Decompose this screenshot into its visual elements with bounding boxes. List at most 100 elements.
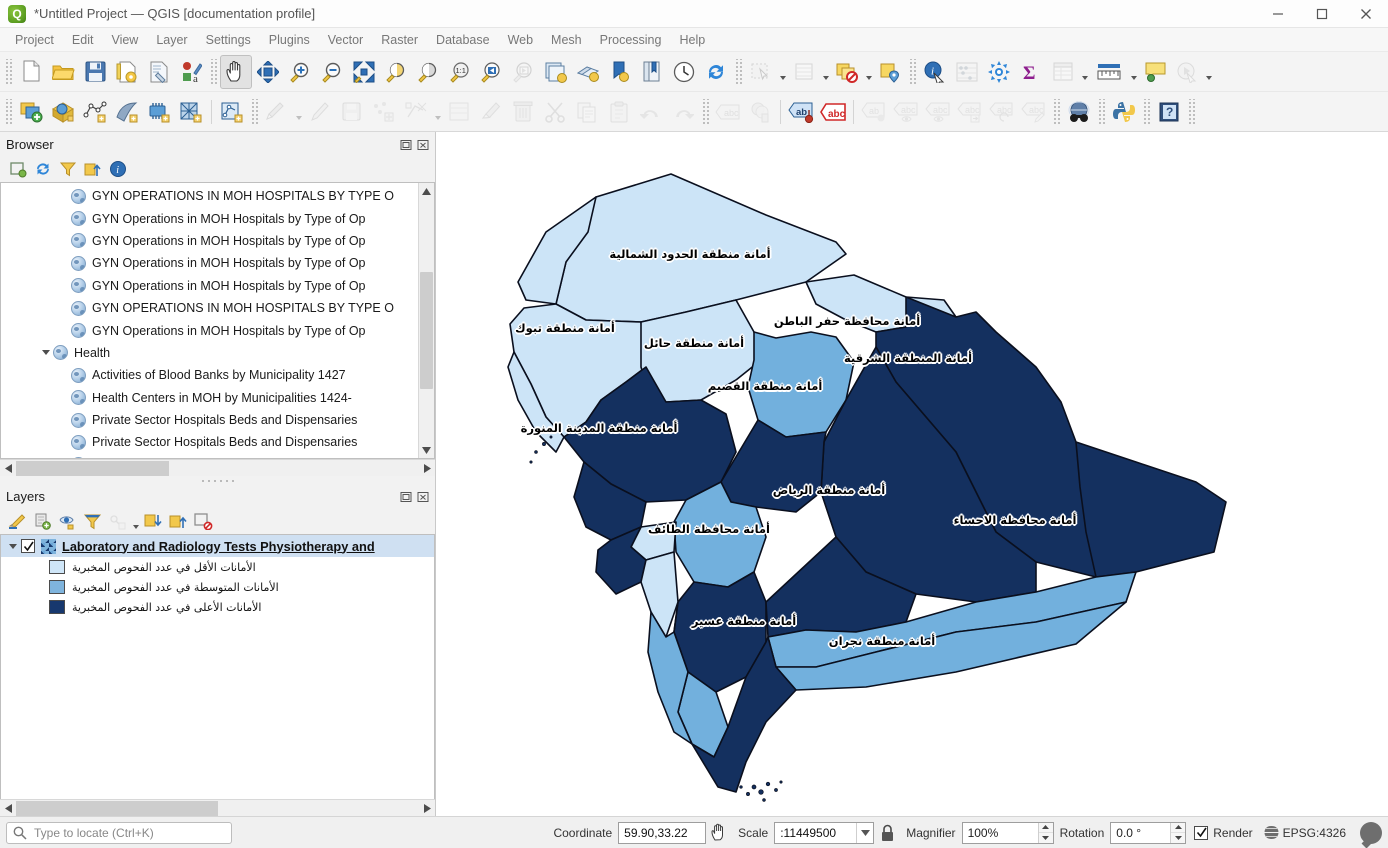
browser-tree-item[interactable]: Private Sector Hospitals Beds and Dispen…: [1, 409, 418, 431]
manage-visibility-icon[interactable]: [55, 509, 80, 533]
add-group-icon[interactable]: [30, 509, 55, 533]
browser-horizontal-scrollbar[interactable]: [0, 459, 435, 476]
pan-map-icon[interactable]: [220, 55, 252, 89]
scroll-thumb[interactable]: [420, 272, 433, 389]
menu-processing[interactable]: Processing: [591, 31, 671, 49]
new-project-icon[interactable]: [15, 55, 47, 89]
modify-attributes-icon[interactable]: [443, 95, 475, 129]
zoom-in-icon[interactable]: [284, 55, 316, 89]
toggle-mouse-coordinate-icon[interactable]: [706, 823, 732, 842]
toolbar-grip-8[interactable]: [1052, 99, 1061, 125]
legend-row[interactable]: الأمانات الأعلى في عدد الفحوص المخبرية: [1, 597, 434, 617]
scroll-up-arrow[interactable]: [419, 183, 434, 199]
browser-tree-item[interactable]: GYN Operations in MOH Hospitals by Type …: [1, 207, 418, 229]
magnifier-spinbox[interactable]: 100%: [962, 822, 1054, 844]
show-attribute-table-icon[interactable]: [1047, 55, 1079, 89]
zoom-out-icon[interactable]: [316, 55, 348, 89]
browser-tree-item[interactable]: Activities of Blood Banks by Municipalit…: [1, 364, 418, 386]
layer-expander[interactable]: [5, 544, 21, 549]
deselect-dropdown[interactable]: [863, 55, 874, 89]
refresh-icon[interactable]: [700, 55, 732, 89]
locate-bar[interactable]: Type to locate (Ctrl+K): [6, 822, 232, 844]
attribute-table-dropdown[interactable]: [820, 55, 831, 89]
collapse-all-icon[interactable]: [80, 157, 105, 181]
menu-project[interactable]: Project: [6, 31, 63, 49]
map-canvas[interactable]: أمانة منطقة الحدود الشماليةأمانة منطقة ت…: [436, 132, 1388, 816]
browser-tree-item[interactable]: GYN Operations in MOH Hospitals by Type …: [1, 319, 418, 341]
menu-mesh[interactable]: Mesh: [542, 31, 591, 49]
vertex-tool-dropdown[interactable]: [432, 95, 443, 129]
toolbar-grip-10[interactable]: [1142, 99, 1151, 125]
save-layer-edits-icon[interactable]: [336, 95, 368, 129]
menu-layer[interactable]: Layer: [147, 31, 196, 49]
browser-tree-item[interactable]: GYN OPERATIONS IN MOH HOSPITALS BY TYPE …: [1, 297, 418, 319]
rotation-spinbox[interactable]: 0.0 °: [1110, 822, 1186, 844]
delete-selected-icon[interactable]: [507, 95, 539, 129]
menu-web[interactable]: Web: [499, 31, 542, 49]
pin-labels-icon[interactable]: ab: [785, 95, 817, 129]
lock-icon[interactable]: [874, 824, 900, 842]
deselect-features-icon[interactable]: [831, 55, 863, 89]
save-project-icon[interactable]: [79, 55, 111, 89]
stepper-down-icon[interactable]: [1171, 833, 1185, 843]
remove-layer-icon[interactable]: [191, 509, 216, 533]
menu-vector[interactable]: Vector: [319, 31, 372, 49]
menu-settings[interactable]: Settings: [197, 31, 260, 49]
python-console-icon[interactable]: [1108, 95, 1140, 129]
layers-horizontal-scrollbar[interactable]: [0, 799, 435, 816]
add-layer-icon[interactable]: [5, 157, 30, 181]
browser-vertical-scrollbar[interactable]: [418, 183, 434, 458]
crs-label[interactable]: EPSG:4326: [1283, 826, 1346, 840]
layer-row[interactable]: Laboratory and Radiology Tests Physiothe…: [1, 535, 434, 557]
menu-raster[interactable]: Raster: [372, 31, 427, 49]
toolbar-grip-6[interactable]: [250, 99, 259, 125]
scroll-track[interactable]: [419, 199, 434, 442]
move-label-icon[interactable]: ab: [858, 95, 890, 129]
scroll-down-arrow[interactable]: [419, 442, 434, 458]
toolbar-grip-9[interactable]: [1097, 99, 1106, 125]
layer-name[interactable]: Laboratory and Radiology Tests Physiothe…: [62, 539, 375, 554]
toolbar-grip-4[interactable]: [908, 59, 917, 85]
legend-row[interactable]: الأمانات الأقل في عدد الفحوص المخبرية: [1, 557, 434, 577]
temporal-controller-icon[interactable]: [668, 55, 700, 89]
toolbar-grip-7[interactable]: [701, 99, 710, 125]
editing-dropdown[interactable]: [293, 95, 304, 129]
highlight-labels-icon[interactable]: abc: [817, 95, 849, 129]
filter-legend-icon[interactable]: [80, 509, 105, 533]
attribute-dropdown-2[interactable]: [1079, 55, 1090, 89]
stepper-up-icon[interactable]: [1171, 823, 1185, 833]
maximize-button[interactable]: [1300, 0, 1344, 28]
message-log-icon[interactable]: [1360, 822, 1382, 844]
processing-toolbox-icon[interactable]: [983, 55, 1015, 89]
toolbar-grip-5[interactable]: [4, 99, 13, 125]
new-shapefile-layer-icon[interactable]: [216, 95, 248, 129]
label-visibility-icon[interactable]: abc: [922, 95, 954, 129]
browser-panel-float-button[interactable]: [399, 137, 414, 152]
crs-globe-icon[interactable]: [1263, 824, 1280, 841]
add-vector-layer-icon[interactable]: [47, 95, 79, 129]
select-features-icon[interactable]: [745, 55, 777, 89]
toolbar-grip[interactable]: [4, 59, 13, 85]
info-icon[interactable]: i: [105, 157, 130, 181]
toolbar-grip-3[interactable]: [734, 59, 743, 85]
expand-all-icon[interactable]: [141, 509, 166, 533]
browser-tree-item[interactable]: Private Sector Hospitals Beds and Dispen…: [1, 431, 418, 453]
new-print-layout-icon[interactable]: [111, 55, 143, 89]
paste-features-icon[interactable]: [603, 95, 635, 129]
layers-panel-close-button[interactable]: [416, 489, 431, 504]
osm-place-search-icon[interactable]: [1063, 95, 1095, 129]
chevron-down-icon[interactable]: [39, 350, 53, 355]
help-icon[interactable]: ?: [1153, 95, 1185, 129]
statistical-summary-icon[interactable]: [951, 55, 983, 89]
hscroll-thumb[interactable]: [16, 461, 169, 476]
add-mesh-layer-icon[interactable]: [111, 95, 143, 129]
rotation-stepper[interactable]: [1170, 823, 1185, 843]
layers-panel-float-button[interactable]: [399, 489, 414, 504]
add-raster-layer-icon[interactable]: [79, 95, 111, 129]
layers-hscroll-right-arrow[interactable]: [419, 800, 435, 817]
filter-expression-dropdown[interactable]: [130, 504, 141, 538]
refresh-icon[interactable]: [30, 157, 55, 181]
menu-help[interactable]: Help: [670, 31, 714, 49]
run-feature-action-icon[interactable]: [1171, 55, 1203, 89]
browser-tree-item[interactable]: Health Centers in MOH by Municipalities …: [1, 387, 418, 409]
